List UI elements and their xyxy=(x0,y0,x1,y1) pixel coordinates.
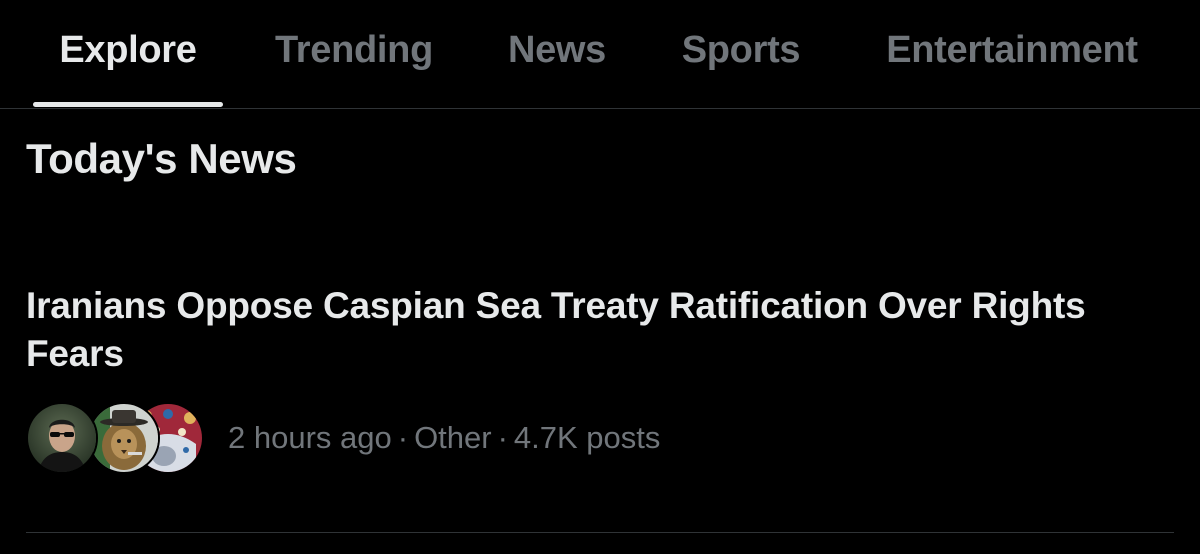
tab-explore-label: Explore xyxy=(59,29,197,71)
tab-entertainment[interactable]: Entertainment xyxy=(858,0,1166,108)
news-category: Other xyxy=(414,420,492,455)
news-meta: 2 hours ago · Other · 4.7K posts xyxy=(228,418,660,458)
avatar-person-sunglasses-icon xyxy=(26,402,98,474)
section-title: Today's News xyxy=(26,135,297,182)
explore-tab-bar: Explore Trending News Sports Entertainme… xyxy=(0,0,1200,109)
news-headline: Iranians Oppose Caspian Sea Treaty Ratif… xyxy=(26,285,1086,374)
tab-news[interactable]: News xyxy=(487,0,627,108)
tab-explore[interactable]: Explore xyxy=(33,0,223,108)
news-meta-row: 2 hours ago · Other · 4.7K posts xyxy=(26,400,660,476)
tab-trending[interactable]: Trending xyxy=(258,0,450,108)
tab-trending-label: Trending xyxy=(274,29,434,71)
meta-separator: · xyxy=(397,420,409,455)
tab-news-label: News xyxy=(507,29,607,71)
active-tab-indicator xyxy=(33,102,223,107)
tab-sports-label: Sports xyxy=(681,29,801,71)
news-item[interactable]: Iranians Oppose Caspian Sea Treaty Ratif… xyxy=(0,262,1200,532)
avatar-stack xyxy=(26,400,204,476)
tab-sports[interactable]: Sports xyxy=(662,0,820,108)
tab-entertainment-label: Entertainment xyxy=(886,29,1138,71)
avatar-lion-hat-icon xyxy=(88,402,160,474)
news-post-count: 4.7K posts xyxy=(513,420,661,455)
news-time: 2 hours ago xyxy=(228,420,392,455)
item-divider xyxy=(26,532,1174,533)
meta-separator: · xyxy=(497,420,508,455)
